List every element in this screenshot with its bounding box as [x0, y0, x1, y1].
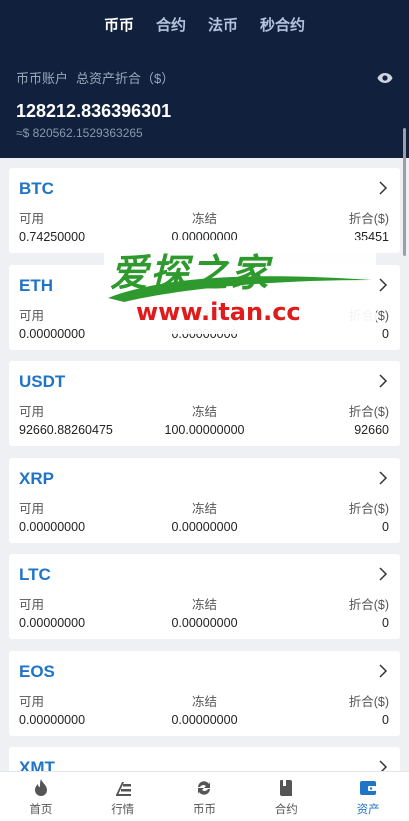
- nav-contract[interactable]: 合约: [245, 772, 327, 821]
- scrollbar[interactable]: [403, 128, 406, 256]
- converted-label: 折合($): [348, 212, 389, 226]
- converted-label: 折合($): [348, 405, 389, 419]
- watermark-logo: 爱探之家 www.itan.cc: [104, 240, 376, 334]
- asset-coin: XRP: [19, 468, 54, 488]
- watermark-url: www.itan.cc: [136, 298, 301, 326]
- nav-market[interactable]: 行情: [82, 772, 164, 821]
- nav-assets[interactable]: 资产: [327, 772, 409, 821]
- exchange-icon: [198, 781, 211, 795]
- converted-label: 折合($): [348, 694, 389, 709]
- available-label: 可用: [19, 598, 45, 612]
- available-value: 0.00000000: [19, 712, 86, 727]
- frozen-value: 0.00000000: [171, 712, 238, 727]
- chevron-right-icon: [379, 470, 388, 485]
- total-balance: 128212.836396301: [16, 101, 172, 121]
- asset-card[interactable]: LTC 可用 冻结 折合($) 0.00000000 0.00000000 0: [9, 554, 400, 639]
- nav-market-label: 行情: [111, 804, 135, 816]
- tab-second-contract[interactable]: 秒合约: [260, 14, 305, 35]
- account-header: 币币 合约 法币 秒合约 币币账户 总资产折合（$） 128212.836396…: [0, 0, 409, 256]
- account-title: 币币账户: [16, 71, 69, 86]
- converted-value: 0: [382, 519, 389, 534]
- frozen-label: 冻结: [191, 694, 218, 709]
- available-value: 0.00000000: [19, 616, 86, 630]
- frozen-label: 冻结: [191, 501, 218, 516]
- available-label: 可用: [19, 405, 45, 419]
- nav-contract-label: 合约: [274, 804, 298, 816]
- nav-exchange[interactable]: 币币: [164, 772, 246, 821]
- account-subtitle: 总资产折合（$）: [76, 71, 175, 86]
- converted-value: 0: [382, 616, 389, 630]
- nav-home[interactable]: 首页: [0, 772, 82, 821]
- total-usd: ≈$ 820562.1529363265: [16, 126, 143, 140]
- converted-label: 折合($): [348, 501, 389, 516]
- frozen-label: 冻结: [191, 598, 218, 612]
- asset-card[interactable]: XRP 可用 冻结 折合($) 0.00000000 0.00000000 0: [9, 457, 400, 543]
- tab-contract[interactable]: 合约: [156, 14, 186, 35]
- asset-coin: EOS: [19, 661, 55, 681]
- available-label: 可用: [19, 694, 45, 709]
- nav-home-label: 首页: [29, 804, 53, 816]
- chevron-right-icon: [379, 374, 388, 388]
- converted-value: 92660: [354, 423, 389, 437]
- available-value: 0.74250000: [19, 230, 86, 244]
- flame-icon: [34, 779, 47, 796]
- asset-coin: LTC: [19, 565, 51, 584]
- frozen-label: 冻结: [191, 212, 218, 226]
- bottom-nav: 首页 行情 币币 合约 资产: [0, 771, 409, 821]
- tab-fiat[interactable]: 法币: [208, 14, 238, 35]
- frozen-value: 0.00000000: [171, 616, 238, 630]
- market-icon: [115, 782, 131, 796]
- converted-value: 0: [382, 712, 389, 727]
- converted-label: 折合($): [348, 598, 389, 612]
- asset-coin: ETH: [19, 275, 53, 295]
- wallet-icon: [360, 781, 377, 795]
- tab-spot[interactable]: 币币: [104, 14, 134, 35]
- asset-coin: BTC: [19, 179, 54, 198]
- available-label: 可用: [19, 308, 45, 323]
- chevron-right-icon: [379, 663, 388, 678]
- available-label: 可用: [19, 212, 45, 226]
- available-label: 可用: [19, 501, 45, 516]
- chevron-right-icon: [379, 567, 388, 581]
- asset-coin: USDT: [19, 372, 66, 391]
- available-value: 92660.88260475: [19, 423, 113, 437]
- nav-exchange-label: 币币: [192, 804, 216, 816]
- frozen-value: 0.00000000: [171, 519, 238, 534]
- chevron-right-icon: [379, 277, 388, 292]
- converted-value: 0: [382, 326, 389, 341]
- frozen-value: 100.00000000: [164, 423, 245, 437]
- chevron-right-icon: [379, 181, 388, 195]
- contract-icon: [280, 780, 293, 796]
- watermark-title: 爱探之家: [110, 253, 271, 295]
- nav-assets-label: 资产: [356, 804, 380, 816]
- account-tabs: 币币 合约 法币 秒合约: [0, 14, 409, 35]
- account-title-row: 币币账户 总资产折合（$）: [16, 68, 393, 87]
- available-value: 0.00000000: [19, 519, 86, 534]
- asset-card[interactable]: EOS 可用 冻结 折合($) 0.00000000 0.00000000 0: [9, 650, 400, 736]
- frozen-label: 冻结: [191, 405, 218, 419]
- available-value: 0.00000000: [19, 326, 86, 341]
- eye-icon[interactable]: [377, 72, 393, 84]
- asset-card[interactable]: USDT 可用 冻结 折合($) 92660.88260475 100.0000…: [9, 361, 400, 446]
